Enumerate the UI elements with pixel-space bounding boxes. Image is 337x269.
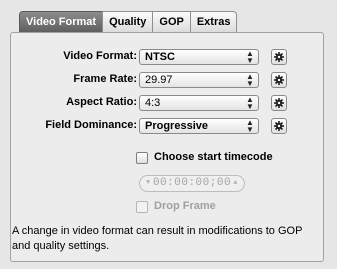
aspect-ratio-gear-button[interactable] <box>271 95 287 111</box>
drop-frame-label[interactable]: Drop Frame <box>154 200 216 212</box>
frame-rate-label: Frame Rate: <box>73 73 137 85</box>
aspect-ratio-popup[interactable]: 4:3 ▲ ▼ <box>139 95 259 111</box>
video-format-value: NTSC <box>145 51 175 63</box>
field-dominance-popup[interactable]: Progressive ▲ ▼ <box>139 118 259 134</box>
tab-gop[interactable]: GOP <box>152 11 190 33</box>
tab-video-format[interactable]: Video Format <box>19 11 103 33</box>
tab-bar: Video Format Quality GOP Extras <box>19 11 238 33</box>
video-format-popup[interactable]: NTSC ▲ ▼ <box>139 49 259 65</box>
timecode-value: 00:00:00;00 <box>152 177 232 189</box>
up-arrow-icon: ▲ <box>233 179 238 187</box>
start-timecode-checkbox[interactable] <box>136 152 148 164</box>
aspect-ratio-label: Aspect Ratio: <box>66 96 137 108</box>
updown-arrows-icon: ▲ ▼ <box>246 118 254 134</box>
gear-icon <box>274 52 284 62</box>
drop-frame-checkbox[interactable] <box>136 201 148 213</box>
field-dominance-label: Field Dominance: <box>45 119 137 131</box>
tab-extras[interactable]: Extras <box>189 11 238 33</box>
timecode-field[interactable]: ▼ 00:00:00;00 ▲ <box>139 175 245 192</box>
frame-rate-value: 29.97 <box>145 74 173 86</box>
frame-rate-popup[interactable]: 29.97 ▲ ▼ <box>139 72 259 88</box>
updown-arrows-icon: ▲ ▼ <box>246 95 254 111</box>
field-dominance-value: Progressive <box>145 120 208 132</box>
start-timecode-label[interactable]: Choose start timecode <box>154 151 273 163</box>
down-arrow-icon: ▼ <box>146 179 151 187</box>
updown-arrows-icon: ▲ ▼ <box>246 49 254 65</box>
video-format-gear-button[interactable] <box>271 49 287 65</box>
format-change-note: A change in video format can result in m… <box>12 225 303 252</box>
aspect-ratio-value: 4:3 <box>145 97 161 109</box>
gear-icon <box>274 98 284 108</box>
updown-arrows-icon: ▲ ▼ <box>246 72 254 88</box>
frame-rate-gear-button[interactable] <box>271 72 287 88</box>
gear-icon <box>274 75 284 85</box>
gear-icon <box>274 121 284 131</box>
field-dominance-gear-button[interactable] <box>271 118 287 134</box>
video-format-label: Video Format: <box>63 50 137 62</box>
tab-quality[interactable]: Quality <box>102 11 153 33</box>
